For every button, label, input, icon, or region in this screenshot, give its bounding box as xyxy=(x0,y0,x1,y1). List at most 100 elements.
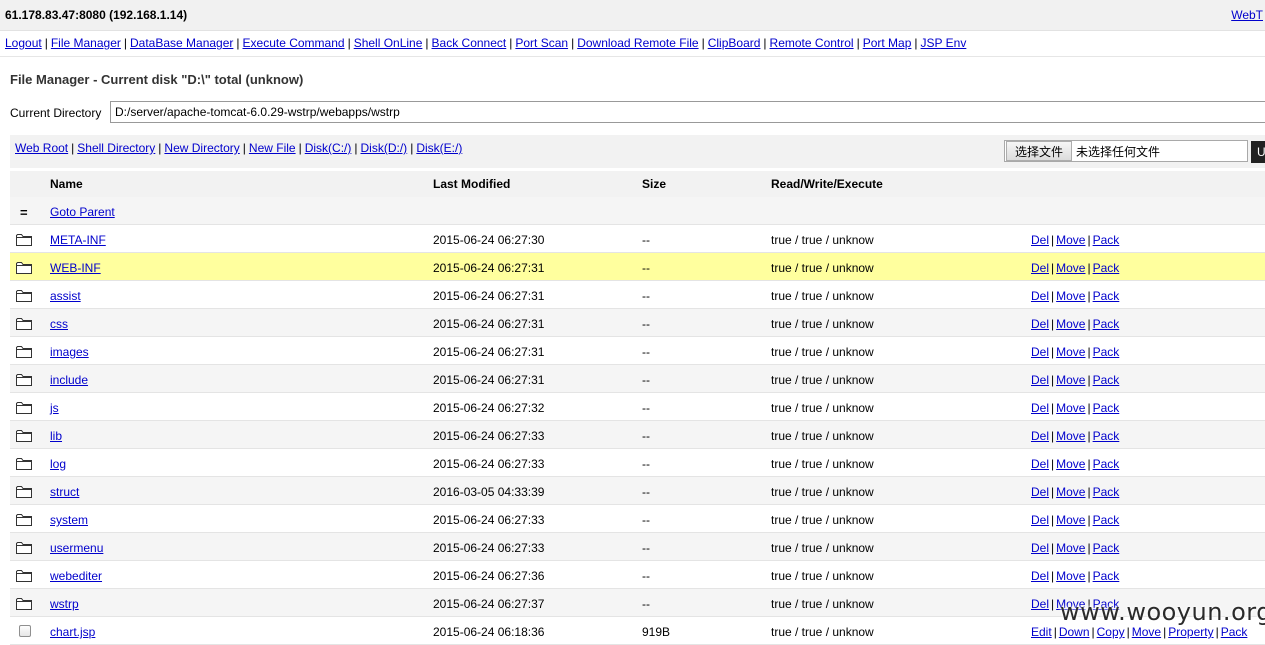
del-link[interactable]: Del xyxy=(1031,541,1049,555)
menu-item-remote-control[interactable]: Remote Control xyxy=(770,36,854,50)
action-disk-c[interactable]: Disk(C:/) xyxy=(305,141,352,155)
menu-item-port-map[interactable]: Port Map xyxy=(863,36,912,50)
move-link[interactable]: Move xyxy=(1056,513,1085,527)
action-disk-e[interactable]: Disk(E:/) xyxy=(416,141,462,155)
folder-link[interactable]: css xyxy=(50,317,68,331)
folder-link[interactable]: usermenu xyxy=(50,541,103,555)
menu-item-database-manager[interactable]: DataBase Manager xyxy=(130,36,233,50)
menu-item-file-manager[interactable]: File Manager xyxy=(51,36,121,50)
pack-link[interactable]: Pack xyxy=(1093,373,1120,387)
pack-link[interactable]: Pack xyxy=(1093,317,1120,331)
del-link[interactable]: Del xyxy=(1031,317,1049,331)
action-web-root[interactable]: Web Root xyxy=(15,141,68,155)
move-link[interactable]: Move xyxy=(1056,429,1085,443)
pack-link[interactable]: Pack xyxy=(1093,569,1120,583)
del-link[interactable]: Del xyxy=(1031,345,1049,359)
last-modified-cell: 2015-06-24 06:27:31 xyxy=(433,289,545,303)
table-row: assist 2015-06-24 06:27:31 -- true / true /… xyxy=(10,281,1265,309)
pack-link[interactable]: Pack xyxy=(1093,513,1120,527)
action-disk-d[interactable]: Disk(D:/) xyxy=(361,141,408,155)
folder-link[interactable]: js xyxy=(50,401,59,415)
folder-link[interactable]: META-INF xyxy=(50,233,106,247)
pack-link[interactable]: Pack xyxy=(1093,457,1120,471)
menu-item-execute-command[interactable]: Execute Command xyxy=(243,36,345,50)
del-link[interactable]: Del xyxy=(1031,233,1049,247)
last-modified-cell: 2015-06-24 06:27:33 xyxy=(433,513,545,527)
table-row: js 2015-06-24 06:27:32 -- true / true / unk… xyxy=(10,393,1265,421)
parent-row: = Goto Parent xyxy=(10,197,1265,225)
move-link[interactable]: Move xyxy=(1056,373,1085,387)
folder-link[interactable]: images xyxy=(50,345,89,359)
folder-link[interactable]: wstrp xyxy=(50,597,79,611)
action-shell-directory[interactable]: Shell Directory xyxy=(77,141,155,155)
pack-link[interactable]: Pack xyxy=(1093,485,1120,499)
move-link[interactable]: Move xyxy=(1056,541,1085,555)
move-link[interactable]: Move xyxy=(1056,233,1085,247)
rwx-cell: true / true / unknow xyxy=(771,261,874,275)
menu-item-jsp-env[interactable]: JSP Env xyxy=(921,36,967,50)
file-select-checkbox[interactable] xyxy=(19,625,31,637)
file-upload-picker[interactable]: 选择文件 未选择任何文件 xyxy=(1004,140,1248,162)
del-link[interactable]: Del xyxy=(1031,485,1049,499)
size-cell: -- xyxy=(642,541,650,555)
move-link[interactable]: Move xyxy=(1132,625,1161,639)
pack-link[interactable]: Pack xyxy=(1093,541,1120,555)
size-cell: -- xyxy=(642,597,650,611)
move-link[interactable]: Move xyxy=(1056,457,1085,471)
del-link[interactable]: Del xyxy=(1031,513,1049,527)
menu-item-logout[interactable]: Logout xyxy=(5,36,42,50)
menu-item-shell-online[interactable]: Shell OnLine xyxy=(354,36,423,50)
action-new-file[interactable]: New File xyxy=(249,141,296,155)
action-separator: | xyxy=(242,141,246,155)
del-link[interactable]: Del xyxy=(1031,373,1049,387)
move-link[interactable]: Move xyxy=(1056,261,1085,275)
pack-link[interactable]: Pack xyxy=(1093,261,1120,275)
move-link[interactable]: Move xyxy=(1056,401,1085,415)
brand-link[interactable]: WebT xyxy=(1231,8,1263,22)
upload-button[interactable]: U xyxy=(1251,141,1265,163)
table-row: system 2015-06-24 06:27:33 -- true / true /… xyxy=(10,505,1265,533)
move-link[interactable]: Move xyxy=(1056,317,1085,331)
folder-link[interactable]: webediter xyxy=(50,569,102,583)
folder-link[interactable]: lib xyxy=(50,429,62,443)
folder-link[interactable]: log xyxy=(50,457,66,471)
folder-link[interactable]: include xyxy=(50,373,88,387)
del-link[interactable]: Del xyxy=(1031,261,1049,275)
pack-link[interactable]: Pack xyxy=(1093,233,1120,247)
move-link[interactable]: Move xyxy=(1056,569,1085,583)
action-new-directory[interactable]: New Directory xyxy=(164,141,239,155)
size-cell: -- xyxy=(642,345,650,359)
goto-parent-link[interactable]: Goto Parent xyxy=(50,205,115,219)
menu-item-clipboard[interactable]: ClipBoard xyxy=(708,36,761,50)
del-link[interactable]: Del xyxy=(1031,429,1049,443)
pack-link[interactable]: Pack xyxy=(1093,401,1120,415)
move-link[interactable]: Move xyxy=(1056,289,1085,303)
del-link[interactable]: Del xyxy=(1031,597,1049,611)
folder-link[interactable]: struct xyxy=(50,485,79,499)
del-link[interactable]: Del xyxy=(1031,457,1049,471)
menu-item-port-scan[interactable]: Port Scan xyxy=(515,36,568,50)
del-link[interactable]: Del xyxy=(1031,401,1049,415)
pack-link[interactable]: Pack xyxy=(1093,345,1120,359)
menu-item-download-remote-file[interactable]: Download Remote File xyxy=(577,36,698,50)
pack-link[interactable]: Pack xyxy=(1221,625,1248,639)
file-link[interactable]: chart.jsp xyxy=(50,625,95,639)
pack-link[interactable]: Pack xyxy=(1093,289,1120,303)
menu-item-back-connect[interactable]: Back Connect xyxy=(432,36,507,50)
folder-link[interactable]: assist xyxy=(50,289,81,303)
choose-file-button[interactable]: 选择文件 xyxy=(1006,141,1073,161)
current-directory-input[interactable] xyxy=(110,101,1265,123)
copy-link[interactable]: Copy xyxy=(1097,625,1125,639)
folder-link[interactable]: system xyxy=(50,513,88,527)
edit-link[interactable]: Edit xyxy=(1031,625,1052,639)
move-link[interactable]: Move xyxy=(1056,485,1085,499)
size-cell: -- xyxy=(642,261,650,275)
del-link[interactable]: Del xyxy=(1031,289,1049,303)
del-link[interactable]: Del xyxy=(1031,569,1049,583)
row-actions: Del | Move | Pack xyxy=(1031,345,1119,359)
folder-link[interactable]: WEB-INF xyxy=(50,261,101,275)
move-link[interactable]: Move xyxy=(1056,345,1085,359)
down-link[interactable]: Down xyxy=(1059,625,1090,639)
property-link[interactable]: Property xyxy=(1168,625,1213,639)
pack-link[interactable]: Pack xyxy=(1093,429,1120,443)
